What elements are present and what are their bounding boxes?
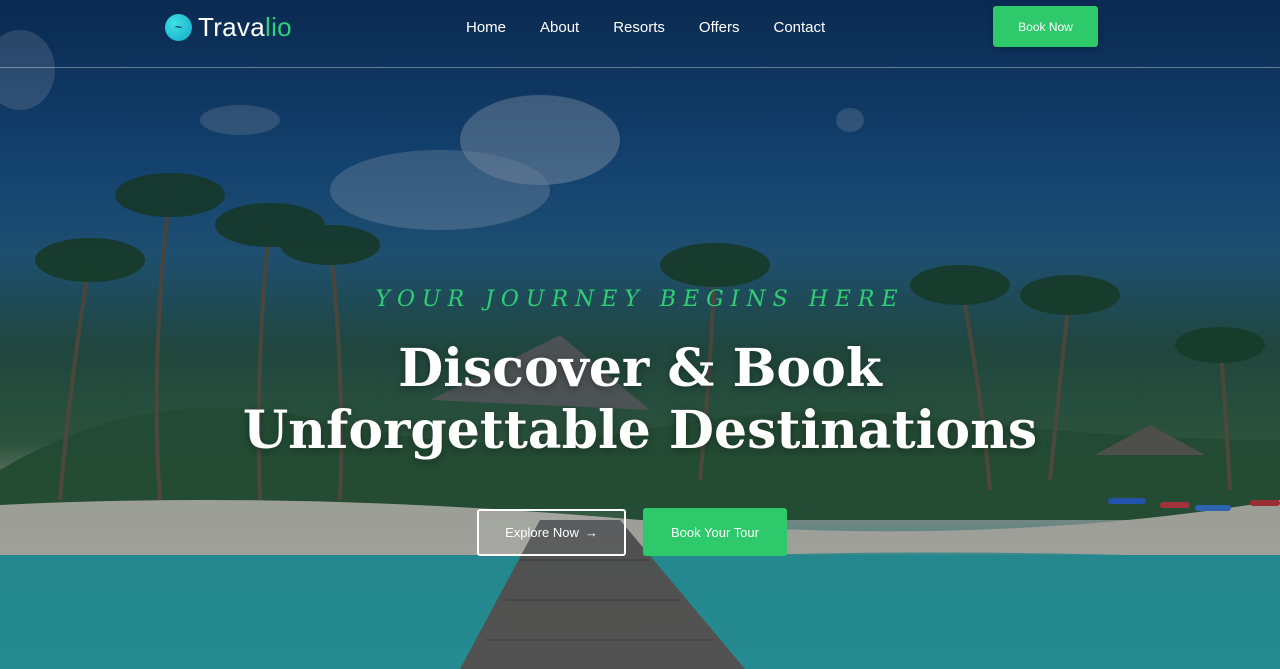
brand-name: Travalio [198, 12, 292, 43]
nav-link-home[interactable]: Home [449, 18, 523, 38]
book-now-button[interactable]: Book Now [993, 6, 1098, 47]
nav-link-about[interactable]: About [523, 18, 596, 38]
book-your-tour-button[interactable]: Book Your Tour [643, 508, 787, 556]
hero-headline: Discover & Book Unforgettable Destinatio… [0, 338, 1280, 462]
hero-tagline: YOUR JOURNEY BEGINS HERE [375, 287, 905, 312]
explore-now-label: Explore Now [505, 525, 579, 540]
nav-link-offers[interactable]: Offers [682, 18, 757, 38]
explore-now-button[interactable]: Explore Now → [477, 509, 626, 556]
wave-icon: ~ [165, 13, 192, 41]
brand-name-start: Trava [198, 11, 265, 42]
hero-headline-line1: Discover & Book [398, 338, 882, 399]
main-menu: Home About Resorts Offers Contact [449, 18, 842, 38]
nav-link-resorts[interactable]: Resorts [596, 18, 682, 38]
arrow-right-icon: → [584, 525, 598, 540]
brand-logo[interactable]: ~ Travalio [165, 11, 292, 43]
top-navbar: ~ Travalio Home About Resorts Offers Con… [0, 0, 1280, 68]
hero-section: ~ Travalio Home About Resorts Offers Con… [0, 0, 1280, 669]
hero-headline-line2: Unforgettable Destinations [242, 400, 1038, 461]
hero-overlay [0, 0, 1280, 669]
nav-link-contact[interactable]: Contact [756, 18, 842, 38]
brand-name-end: lio [265, 11, 292, 42]
